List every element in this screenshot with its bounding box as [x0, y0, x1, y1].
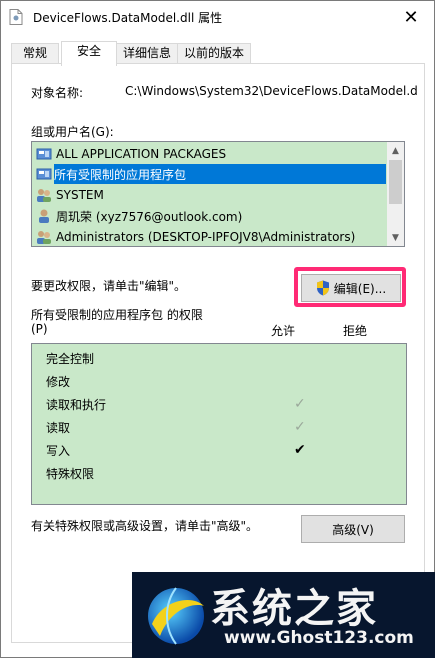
tab-details[interactable]: 详细信息: [115, 43, 179, 64]
allow-column-header: 允许: [271, 324, 296, 338]
permission-row: 修改: [46, 373, 386, 393]
list-item[interactable]: 所有受限制的应用程序包: [54, 164, 386, 184]
users-icon: [37, 231, 51, 244]
object-name-value: C:\Windows\System32\DeviceFlows.DataMode…: [125, 84, 418, 98]
close-button[interactable]: ✕: [388, 1, 434, 33]
permissions-list: 完全控制 修改 读取和执行 ✓ 读取 ✓ 写入 ✔ 特殊权限: [31, 343, 407, 505]
close-icon: ✕: [403, 6, 419, 28]
group-name: 所有受限制的应用程序包: [54, 167, 187, 182]
deny-column-header: 拒绝: [343, 324, 368, 338]
permission-name: 读取: [46, 421, 71, 435]
tab-general[interactable]: 常规: [11, 43, 59, 64]
title-bar[interactable]: DeviceFlows.DataModel.dll 属性 ✕: [1, 1, 434, 33]
list-item[interactable]: SYSTEM: [36, 185, 386, 205]
permission-name: 特殊权限: [46, 467, 95, 481]
package-icon: [36, 148, 52, 160]
allow-check-icon: ✓: [294, 396, 306, 412]
allow-check-icon: ✔: [294, 442, 306, 458]
watermark-url: www.Ghost123.com: [224, 628, 414, 648]
permission-row: 读取和执行 ✓: [46, 396, 386, 416]
permission-row: 写入 ✔: [46, 442, 386, 462]
permission-row: 完全控制: [46, 350, 386, 370]
list-scrollbar[interactable]: ▲ ▼: [387, 142, 404, 246]
globe-logo-icon: [148, 587, 204, 645]
tab-security[interactable]: 安全: [61, 41, 117, 66]
user-icon: [39, 209, 49, 223]
scroll-up-icon[interactable]: ▲: [387, 142, 404, 159]
tab-previous-versions[interactable]: 以前的版本: [177, 43, 251, 64]
allow-check-icon: ✓: [294, 419, 306, 435]
change-permission-hint: 要更改权限，请单击"编辑"。: [31, 279, 187, 293]
properties-window: DeviceFlows.DataModel.dll 属性 ✕ 常规 安全 详细信…: [0, 0, 435, 658]
list-item[interactable]: ALL APPLICATION PACKAGES: [36, 144, 386, 164]
list-item[interactable]: Administrators (DESKTOP-IPFOJV8\Administ…: [36, 227, 386, 246]
advanced-button-label: 高级(V): [332, 522, 374, 537]
permission-name: 完全控制: [46, 352, 95, 366]
permissions-title: 所有受限制的应用程序包 的权限: [31, 308, 203, 322]
window-title: DeviceFlows.DataModel.dll 属性: [33, 11, 223, 25]
permission-row: 特殊权限: [46, 465, 386, 485]
list-item[interactable]: 周玑荣 (xyz7576@outlook.com): [36, 206, 386, 226]
scroll-thumb[interactable]: [389, 160, 402, 204]
permissions-title-mnemonic: (P): [31, 322, 48, 336]
advanced-button[interactable]: 高级(V): [301, 515, 405, 543]
group-name: SYSTEM: [56, 188, 104, 202]
scroll-down-icon[interactable]: ▼: [387, 229, 404, 246]
group-name: ALL APPLICATION PACKAGES: [56, 147, 227, 161]
advanced-hint: 有关特殊权限或高级设置，请单击"高级"。: [31, 519, 259, 533]
group-name: 周玑荣 (xyz7576@outlook.com): [56, 209, 243, 224]
group-list-label: 组或用户名(G):: [31, 125, 114, 139]
highlight-frame: [294, 267, 406, 307]
watermark-title: 系统之家: [210, 585, 378, 632]
users-icon: [37, 189, 51, 202]
permission-name: 修改: [46, 375, 71, 389]
object-name-label: 对象名称:: [31, 86, 84, 100]
permission-row: 读取 ✓: [46, 419, 386, 439]
permission-name: 写入: [46, 444, 71, 458]
file-icon: [9, 9, 23, 25]
group-name: Administrators (DESKTOP-IPFOJV8\Administ…: [56, 230, 356, 244]
package-icon: [36, 168, 52, 180]
watermark-logo: 系统之家 www.Ghost123.com: [132, 572, 435, 658]
permission-name: 读取和执行: [46, 398, 107, 412]
group-user-list[interactable]: ALL APPLICATION PACKAGES 所有受限制的应用程序包 SYS…: [31, 141, 405, 247]
